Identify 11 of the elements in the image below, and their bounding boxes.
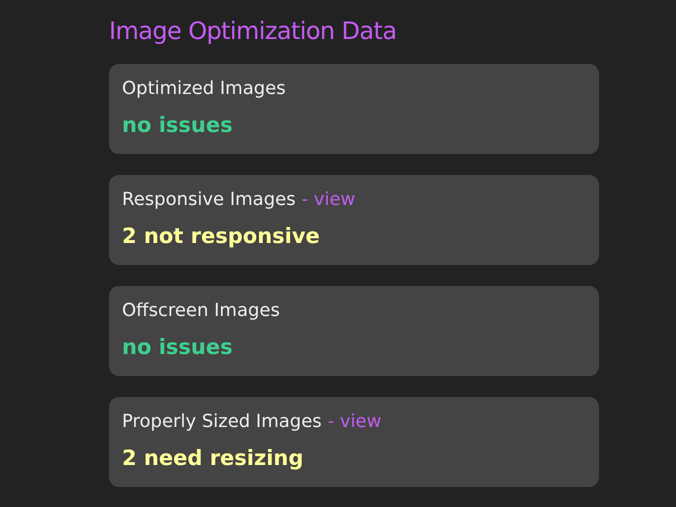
card-label: Responsive Images [122, 188, 296, 212]
card-label: Properly Sized Images [122, 410, 322, 434]
page-title: Image Optimization Data [109, 16, 398, 46]
view-link[interactable]: - view [302, 187, 356, 213]
card-label: Optimized Images [122, 77, 286, 101]
status-text: 2 not responsive [122, 223, 321, 250]
card-label: Offscreen Images [122, 299, 280, 323]
status-text: no issues [122, 334, 234, 361]
view-link[interactable]: - view [328, 409, 382, 435]
status-text: 2 need resizing [122, 445, 304, 472]
status-text: no issues [122, 112, 234, 139]
